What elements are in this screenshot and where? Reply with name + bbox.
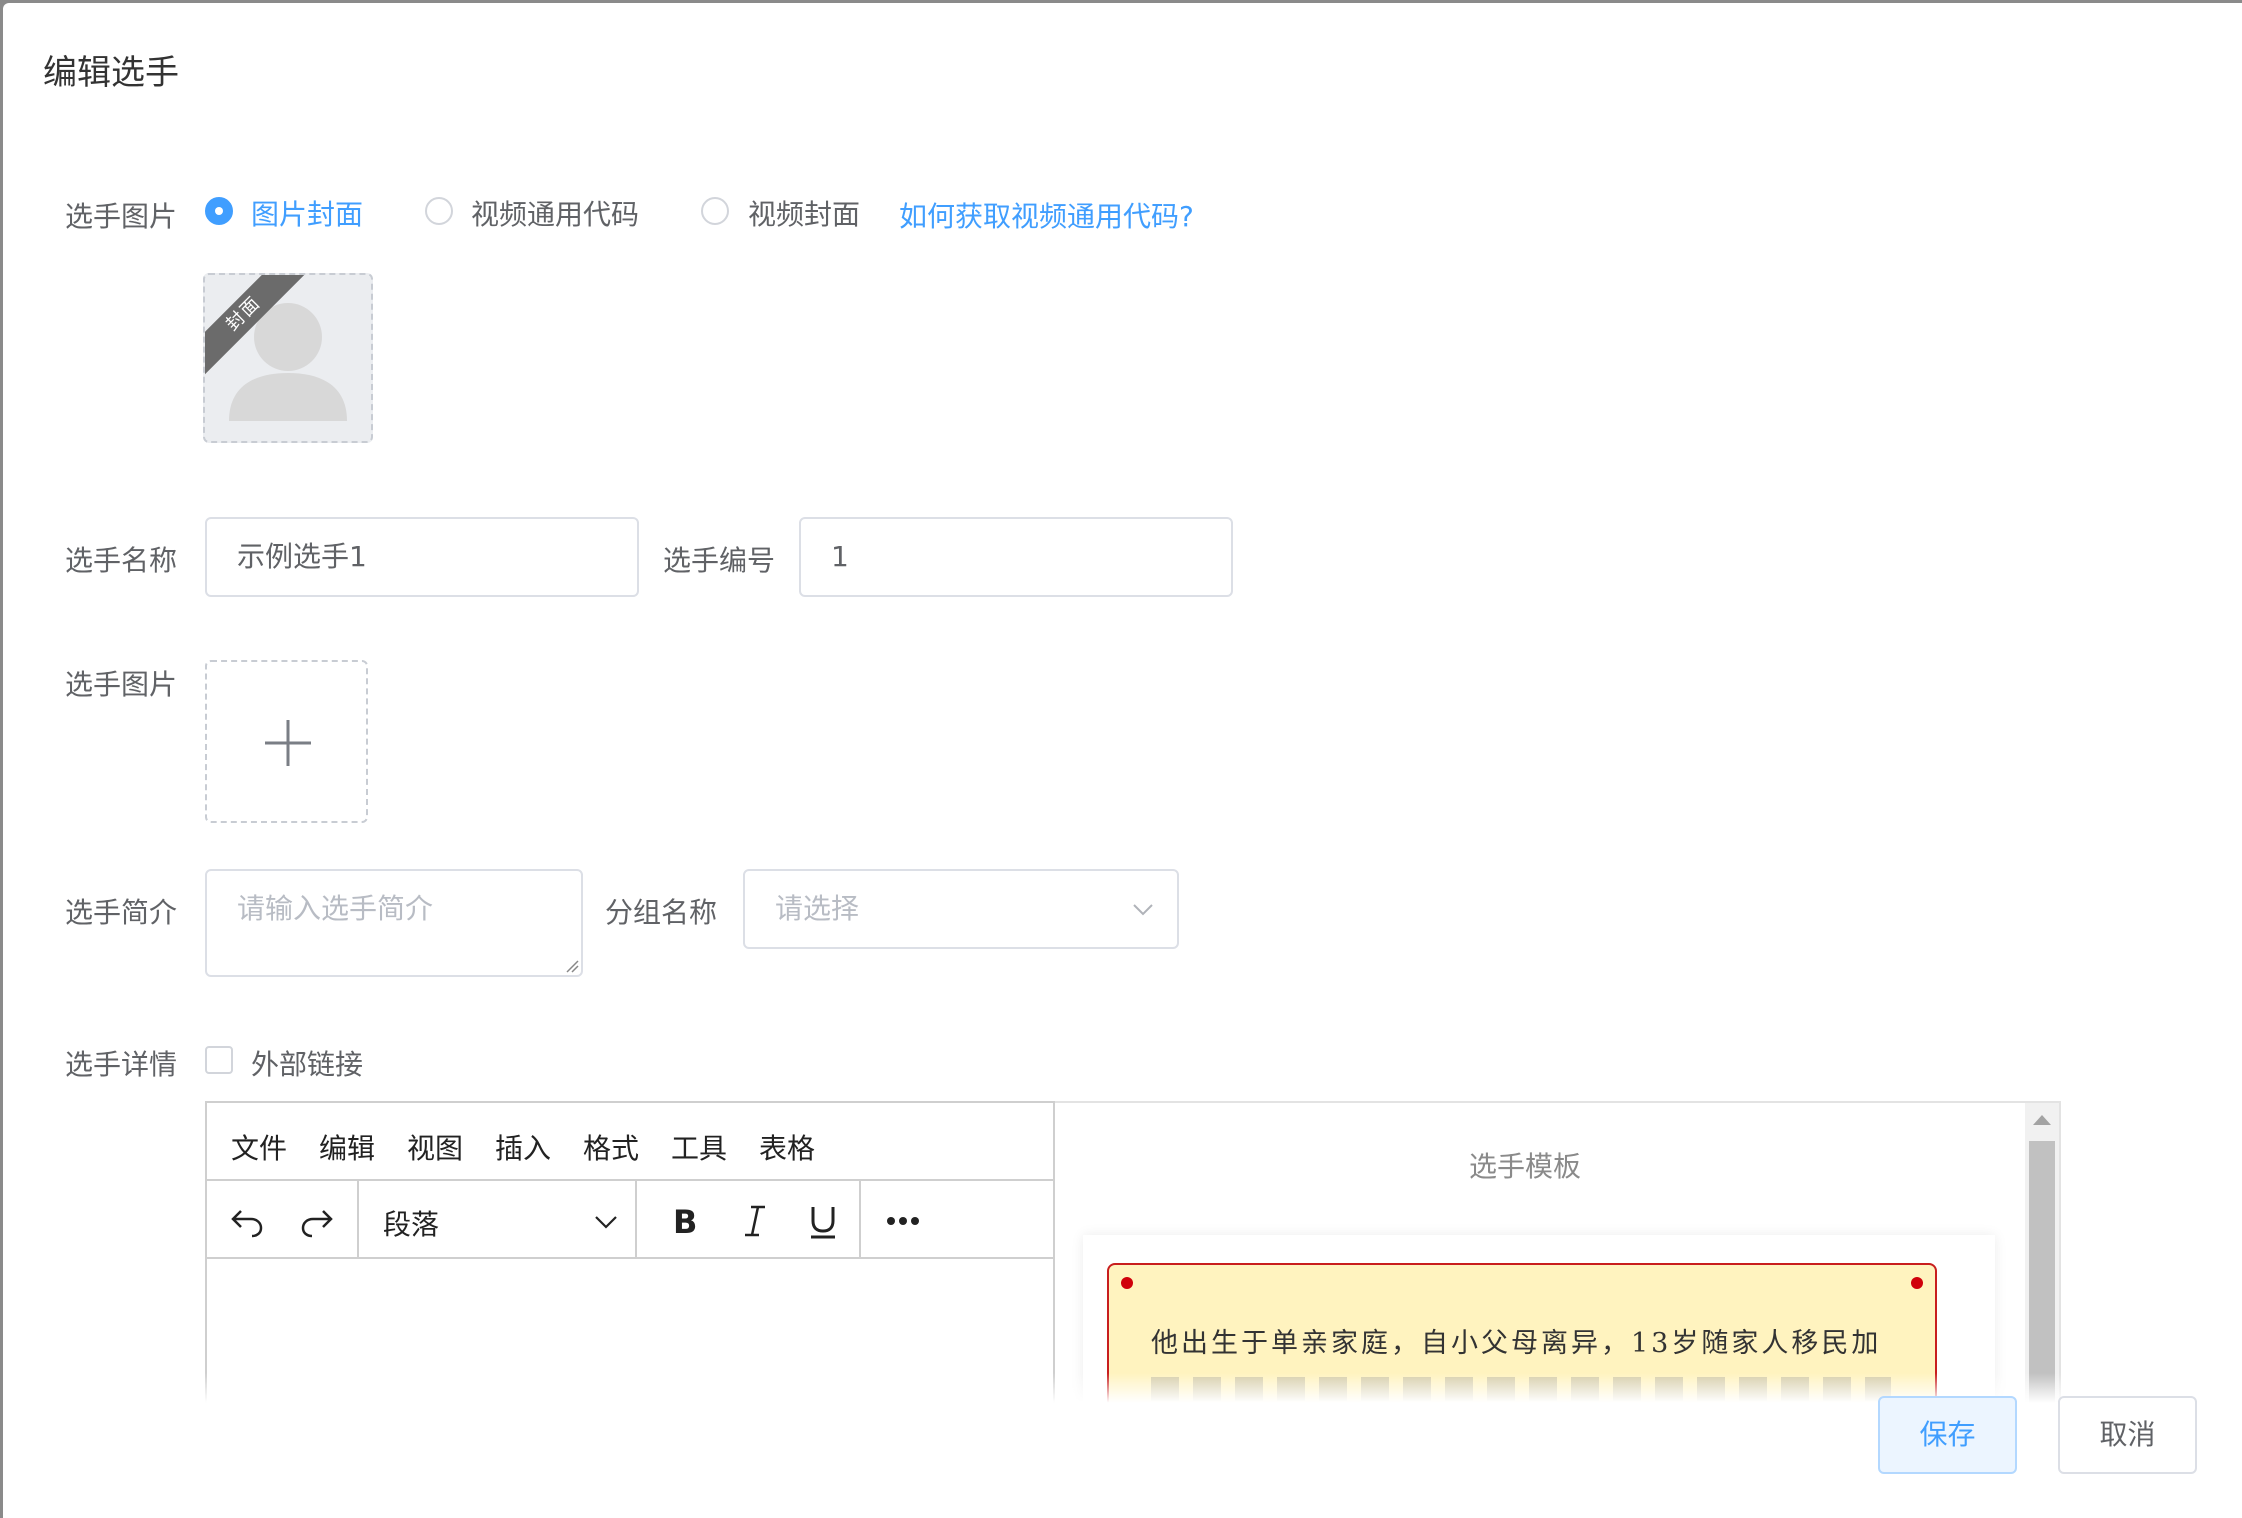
block-format-select[interactable]: 段落 xyxy=(383,1203,439,1243)
contestant-number-input[interactable]: 1 xyxy=(799,517,1233,597)
menu-insert[interactable]: 插入 xyxy=(495,1127,551,1167)
undo-icon[interactable] xyxy=(227,1201,267,1241)
contestant-name-input[interactable]: 示例选手1 xyxy=(205,517,639,597)
number-label: 选手编号 xyxy=(663,544,776,577)
corner-dot xyxy=(1911,1277,1923,1289)
menu-tools[interactable]: 工具 xyxy=(671,1127,727,1167)
redo-icon[interactable] xyxy=(297,1201,337,1241)
menu-format[interactable]: 格式 xyxy=(583,1127,639,1167)
edit-contestant-dialog: 编辑选手 选手图片 图片封面 视频通用代码 视频封面 如何获取视频通用代码? 封… xyxy=(3,3,2242,1518)
cover-label: 选手图片 xyxy=(65,200,178,233)
template-text: 他出生于单亲家庭，自小父母离异，13岁随家人移民加 xyxy=(1151,1328,1882,1359)
avatar-placeholder-icon xyxy=(229,303,347,421)
group-select-placeholder: 请选择 xyxy=(775,892,860,925)
menu-edit[interactable]: 编辑 xyxy=(319,1127,375,1167)
more-icon[interactable] xyxy=(883,1201,923,1241)
radio-video-code[interactable] xyxy=(425,197,453,225)
intro-textarea[interactable]: 请输入选手简介 xyxy=(205,869,583,977)
image-label: 选手图片 xyxy=(65,668,178,701)
menu-view[interactable]: 视图 xyxy=(407,1127,463,1167)
underline-icon[interactable] xyxy=(803,1201,843,1241)
radio-video-code-label[interactable]: 视频通用代码 xyxy=(471,193,639,233)
group-label: 分组名称 xyxy=(605,896,718,929)
italic-icon[interactable] xyxy=(735,1201,775,1241)
resize-handle-icon[interactable] xyxy=(565,959,579,973)
detail-label: 选手详情 xyxy=(65,1048,178,1081)
toolbar-divider xyxy=(635,1181,637,1257)
bold-icon[interactable]: B xyxy=(667,1201,707,1241)
image-upload[interactable] xyxy=(205,660,368,823)
name-label: 选手名称 xyxy=(65,544,178,577)
toolbar-divider xyxy=(357,1181,359,1257)
plus-icon xyxy=(265,720,311,766)
group-select[interactable]: 请选择 xyxy=(743,869,1179,949)
external-link-label[interactable]: 外部链接 xyxy=(251,1043,363,1083)
radio-video-cover-label[interactable]: 视频封面 xyxy=(748,193,860,233)
radio-image-cover-label[interactable]: 图片封面 xyxy=(251,193,363,233)
cover-image-upload[interactable]: 封面 xyxy=(203,273,373,443)
template-title: 选手模板 xyxy=(1468,1150,1581,1183)
video-code-help-link[interactable]: 如何获取视频通用代码? xyxy=(899,195,1194,235)
menu-table[interactable]: 表格 xyxy=(759,1127,815,1167)
toolbar-divider xyxy=(859,1181,861,1257)
editor-menubar: 文件 编辑 视图 插入 格式 工具 表格 xyxy=(207,1103,1053,1181)
external-link-checkbox[interactable] xyxy=(205,1046,233,1074)
scroll-up-icon[interactable] xyxy=(2033,1115,2051,1125)
chevron-down-icon[interactable] xyxy=(591,1207,621,1237)
radio-video-cover[interactable] xyxy=(701,197,729,225)
editor-toolbar: 段落 B xyxy=(207,1181,1053,1259)
menu-file[interactable]: 文件 xyxy=(231,1127,287,1167)
dialog-title: 编辑选手 xyxy=(43,53,179,93)
corner-dot xyxy=(1121,1277,1133,1289)
intro-label: 选手简介 xyxy=(65,896,178,929)
cancel-button[interactable]: 取消 xyxy=(2058,1396,2197,1474)
svg-text:B: B xyxy=(673,1203,697,1241)
save-button[interactable]: 保存 xyxy=(1878,1396,2017,1474)
radio-image-cover[interactable] xyxy=(205,197,233,225)
chevron-down-icon xyxy=(1133,904,1153,916)
